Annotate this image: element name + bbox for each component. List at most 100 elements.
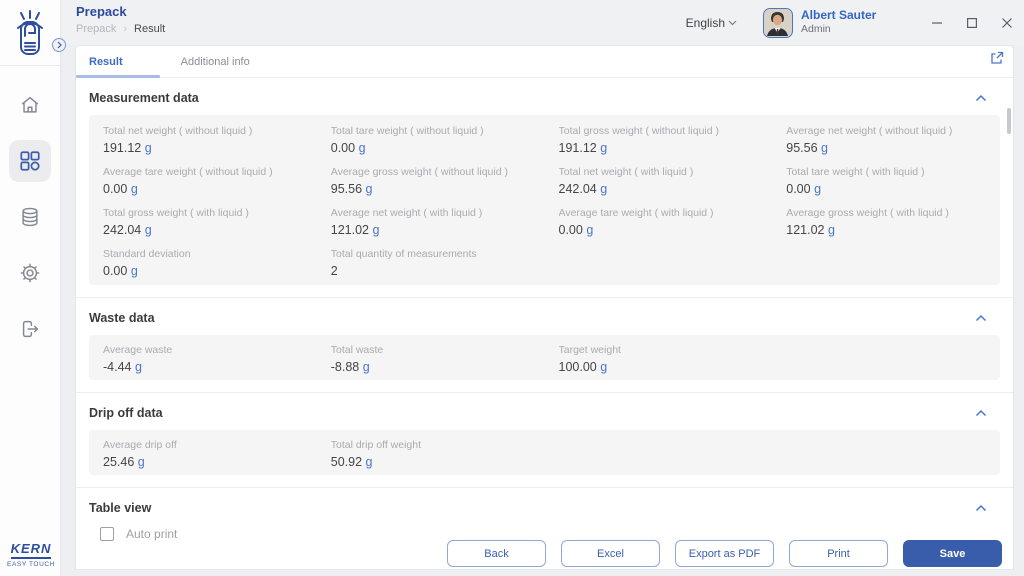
database-icon	[22, 207, 38, 227]
field-label: Total waste	[330, 344, 384, 356]
home-icon	[21, 96, 39, 113]
user-avatar[interactable]	[763, 7, 793, 38]
field-value-row: 0.00 g	[559, 223, 765, 237]
field-label: Total net weight ( without liquid )	[103, 125, 253, 137]
language-selector[interactable]: English	[686, 16, 737, 30]
field: Total net weight ( with liquid ) 242.04 …	[545, 158, 773, 199]
field-value: 100.00	[558, 360, 597, 374]
sidebar-item-apps[interactable]	[9, 140, 51, 182]
main-content-card: Result Additional info Measurement data …	[75, 45, 1014, 570]
close-button[interactable]	[989, 0, 1024, 45]
close-icon	[1001, 17, 1012, 28]
field-label: Average tare weight ( without liquid )	[103, 166, 273, 178]
minimize-button[interactable]	[919, 0, 954, 45]
chevron-up-icon	[975, 409, 987, 417]
field: Average gross weight ( with liquid ) 121…	[772, 199, 1000, 240]
field-value-row: 0.00 g	[103, 264, 309, 278]
sidebar-item-home[interactable]	[9, 84, 51, 126]
field: Total quantity of measurements 2	[317, 240, 545, 281]
window-controls	[919, 0, 1024, 45]
field-unit: g	[365, 182, 373, 196]
section-header-dripoff: Drip off data	[89, 404, 987, 422]
field: Total tare weight ( with liquid ) 0.00 g	[772, 158, 1000, 199]
touch-logo-icon	[17, 9, 43, 55]
field-value: 0.00	[786, 182, 811, 196]
collapse-section-button[interactable]	[975, 314, 987, 322]
tab-bar: Result Additional info	[76, 46, 1013, 78]
page-title: Prepack	[76, 4, 127, 19]
section-title: Drip off data	[89, 406, 163, 420]
field-value: 2	[330, 264, 338, 278]
action-button[interactable]: Back	[447, 540, 546, 567]
header-right: English Albert Sauter Admin	[686, 0, 1024, 45]
field-label: Total quantity of measurements	[330, 248, 477, 260]
field-unit: g	[821, 141, 828, 155]
field-unit: g	[372, 223, 380, 237]
field-value-row: 0.00 g	[331, 141, 537, 155]
sidebar-item-settings[interactable]	[9, 252, 51, 294]
field-value: -8.88	[330, 360, 360, 374]
field: Average waste -4.44 g	[89, 336, 317, 377]
sidebar-expand-toggle[interactable]	[52, 38, 66, 52]
field-unit: g	[130, 182, 138, 196]
sidebar: KERN EASY TOUCH	[0, 0, 60, 576]
section-title: Table view	[89, 501, 152, 515]
section-header-measurement: Measurement data	[89, 89, 987, 107]
field-value-row: 50.92 g	[331, 455, 537, 469]
section-divider	[76, 487, 1013, 488]
user-info[interactable]: Albert Sauter Admin	[801, 8, 919, 36]
field-value: 50.92	[330, 455, 363, 469]
field-unit: g	[600, 360, 608, 374]
logout-icon	[22, 320, 39, 338]
field-value: 242.04	[558, 182, 597, 196]
field: Total gross weight ( with liquid ) 242.0…	[89, 199, 317, 240]
field-unit: g	[144, 141, 152, 155]
field-value-row: 242.04 g	[103, 223, 309, 237]
field-value: 0.00	[558, 223, 583, 237]
field-value: 95.56	[786, 141, 818, 155]
field-value: 121.02	[330, 223, 369, 237]
collapse-section-button[interactable]	[975, 504, 987, 512]
field-label: Average net weight ( with liquid )	[330, 207, 483, 219]
tab[interactable]: Additional info	[181, 56, 250, 68]
collapse-section-button[interactable]	[975, 94, 987, 102]
minimize-icon	[931, 21, 942, 24]
kern-tagline: EASY TOUCH	[7, 561, 55, 568]
field: Average gross weight ( without liquid ) …	[317, 158, 545, 199]
action-button[interactable]: Print	[789, 540, 888, 567]
field: Average drip off 25.46 g	[89, 431, 317, 472]
vertical-scrollbar[interactable]	[1007, 108, 1011, 134]
field: Total net weight ( without liquid ) 191.…	[89, 117, 317, 158]
sidebar-item-logout[interactable]	[9, 308, 51, 350]
action-button[interactable]: Save	[903, 540, 1002, 567]
field-value-row: 100.00 g	[559, 360, 765, 374]
field-value-row: 121.02 g	[331, 223, 537, 237]
user-name: Albert Sauter	[801, 8, 877, 23]
field: Total waste -8.88 g	[317, 336, 545, 377]
breadcrumb-parent[interactable]: Prepack	[76, 23, 116, 35]
collapse-section-button[interactable]	[975, 409, 987, 417]
breadcrumb: Prepack › Result	[76, 23, 165, 35]
maximize-button[interactable]	[954, 0, 989, 45]
chevron-up-icon	[975, 94, 987, 102]
action-button[interactable]: Export as PDF	[675, 540, 774, 567]
field-value: 25.46	[103, 455, 135, 469]
field-unit: g	[365, 455, 373, 469]
tab[interactable]: Result	[89, 56, 123, 68]
action-button[interactable]: Excel	[561, 540, 660, 567]
field-label: Total tare weight ( with liquid )	[786, 166, 925, 178]
field-value-row: 242.04 g	[559, 182, 765, 196]
header: Prepack Prepack › Result English Albert …	[60, 0, 1024, 45]
field: Average tare weight ( with liquid ) 0.00…	[545, 199, 773, 240]
maximize-icon	[966, 17, 977, 28]
sidebar-item-database[interactable]	[9, 196, 51, 238]
breadcrumb-separator-icon: ›	[123, 23, 128, 35]
field: Average net weight ( with liquid ) 121.0…	[317, 199, 545, 240]
auto-print-checkbox[interactable]	[100, 527, 114, 541]
field-unit: g	[600, 182, 608, 196]
auto-print-label: Auto print	[126, 527, 178, 541]
section-title: Measurement data	[89, 91, 199, 105]
field-value-row: -8.88 g	[331, 360, 537, 374]
field-unit: g	[130, 264, 138, 278]
field-value: 0.00	[103, 264, 128, 278]
